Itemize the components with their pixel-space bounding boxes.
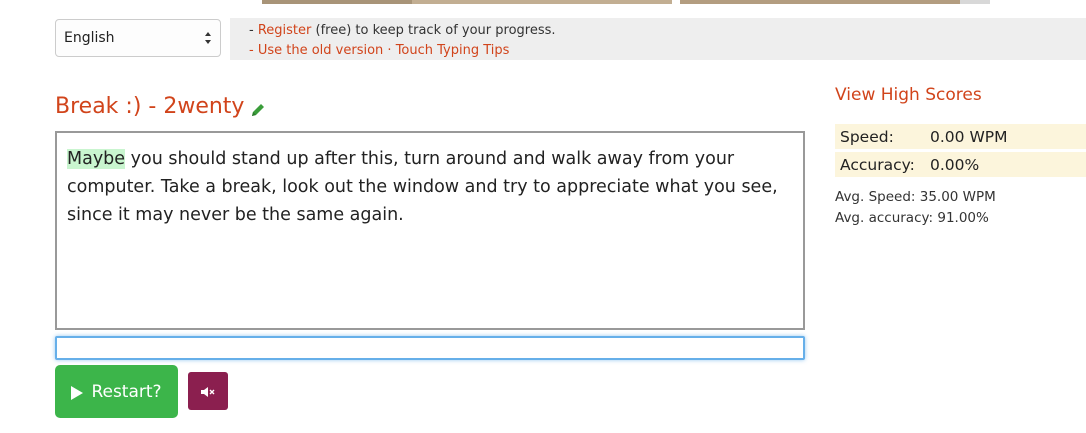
- links-line: - Use the old version · Touch Typing Tip…: [249, 43, 510, 58]
- old-version-link[interactable]: Use the old version: [258, 43, 383, 58]
- language-select-value: English: [64, 30, 115, 46]
- accuracy-label: Accuracy:: [840, 155, 915, 174]
- register-link[interactable]: Register: [258, 23, 312, 38]
- register-note: (free) to keep track of your progress.: [311, 23, 556, 38]
- language-select[interactable]: English: [55, 19, 221, 57]
- accuracy-value: 0.00%: [930, 155, 980, 174]
- top-banner-image: [262, 0, 990, 4]
- mute-button[interactable]: [188, 372, 228, 410]
- speed-label: Speed:: [840, 127, 894, 146]
- test-title: Break :) - 2wenty: [55, 94, 266, 119]
- view-high-scores-link[interactable]: View High Scores: [835, 85, 982, 105]
- accuracy-stat: Accuracy: 0.00%: [835, 152, 1086, 177]
- speed-value: 0.00 WPM: [930, 127, 1008, 146]
- test-title-text: Break :) - 2wenty: [55, 94, 245, 119]
- updown-arrows-icon: [204, 31, 212, 45]
- restart-button[interactable]: Restart?: [55, 365, 178, 418]
- info-links: - Register (free) to keep track of your …: [249, 21, 556, 61]
- speaker-mute-icon: [201, 382, 215, 401]
- avg-accuracy: Avg. accuracy: 91.00%: [835, 210, 989, 226]
- typing-tips-link[interactable]: Touch Typing Tips: [396, 43, 510, 58]
- current-word: Maybe: [67, 149, 126, 169]
- register-line: - Register (free) to keep track of your …: [249, 23, 556, 38]
- restart-label: Restart?: [91, 381, 162, 402]
- pencil-icon[interactable]: [250, 99, 266, 116]
- play-icon: [71, 385, 84, 400]
- remaining-text: you should stand up after this, turn aro…: [67, 149, 778, 225]
- typing-input[interactable]: [55, 336, 805, 360]
- typing-text-box: Maybe you should stand up after this, tu…: [55, 131, 805, 330]
- avg-speed: Avg. Speed: 35.00 WPM: [835, 189, 996, 205]
- speed-stat: Speed: 0.00 WPM: [835, 124, 1086, 149]
